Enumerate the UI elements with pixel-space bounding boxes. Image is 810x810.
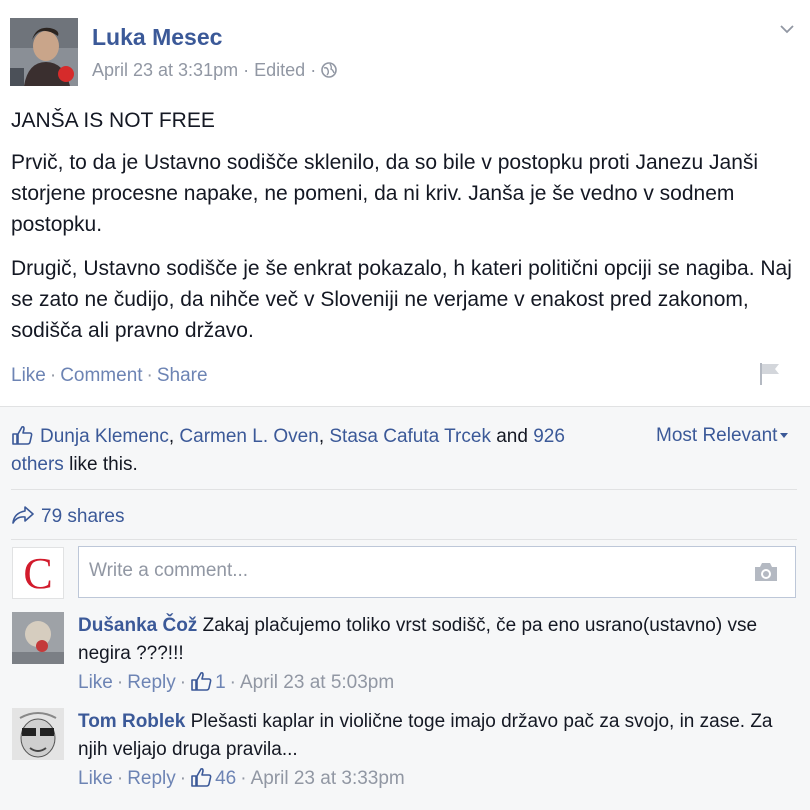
comment-actions: Like · Reply · 1 · April 23 at 5:03pm [78,671,394,694]
comment-actions: Like · Reply · 46 · April 23 at 3:33pm [78,767,405,790]
author-name[interactable]: Luka Mesec [92,24,222,51]
comment-composer[interactable] [78,546,796,598]
globe-icon[interactable] [321,62,338,78]
divider [0,406,810,407]
comment-link[interactable]: Comment [60,365,142,386]
share-link[interactable]: Share [157,365,208,386]
post-paragraph: Prvič, to da je Ustavno sodišče sklenilo… [11,151,759,236]
commenter-name[interactable]: Dušanka Čož [78,615,197,636]
meta-separator: · [243,60,250,80]
commenter-avatar[interactable] [12,708,64,760]
action-separator: · [240,768,247,789]
comment-like-link[interactable]: Like [78,672,113,693]
liker-link[interactable]: Stasa Cafuta Trcek [329,426,491,447]
action-separator: · [179,672,187,693]
edited-label[interactable]: Edited [254,60,305,80]
divider [11,539,797,540]
action-separator: · [116,672,124,693]
likes-summary: Dunja Klemenc, Carmen L. Oven, Stasa Caf… [11,423,601,479]
sort-dropdown[interactable]: Most Relevant [656,425,789,447]
sort-label: Most Relevant [656,425,778,446]
divider [11,489,797,490]
shares-count: 79 shares [41,506,125,527]
post-actions: Like · Comment · Share [11,365,208,387]
commenter-avatar[interactable] [12,612,64,664]
flag-icon[interactable] [757,360,783,386]
action-separator: · [229,672,236,693]
chevron-down-icon[interactable] [780,22,794,36]
comment-text: Tom Roblek Plešasti kaplar in violične t… [78,708,778,764]
like-link[interactable]: Like [11,365,46,386]
comment-like-count[interactable]: 46 [215,768,236,789]
likes-comma: , [168,426,175,447]
comment-like-count[interactable]: 1 [215,672,226,693]
comment-reply-link[interactable]: Reply [127,672,176,693]
meta-separator: · [310,60,317,80]
comment-reply-link[interactable]: Reply [127,768,176,789]
current-user-avatar[interactable]: C [12,547,64,599]
camera-icon[interactable] [753,561,779,583]
post-paragraph: Drugič, Ustavno sodišče je še enkrat pok… [11,257,792,342]
liker-link[interactable]: Dunja Klemenc [40,426,169,447]
comment-date[interactable]: April 23 at 3:33pm [251,768,405,789]
post-header: Luka Mesec April 23 at 3:31pm · Edited · [10,18,800,90]
comment-text: Dušanka Čož Zakaj plačujemo toliko vrst … [78,612,778,668]
shares-link[interactable]: 79 shares [11,505,124,528]
post-headline: JANŠA IS NOT FREE [11,109,215,132]
post-body: JANŠA IS NOT FREE Prvič, to da je Ustavn… [11,105,801,359]
comment-date[interactable]: April 23 at 5:03pm [240,672,394,693]
share-arrow-icon [12,506,34,524]
thumbs-up-icon[interactable] [190,767,212,787]
post-meta: April 23 at 3:31pm · Edited · [92,60,338,81]
action-separator: · [146,365,153,386]
action-separator: · [116,768,124,789]
likes-comma: , [318,426,325,447]
likes-suffix: like this. [69,454,138,475]
caret-down-icon [780,433,789,438]
comment-input[interactable] [79,547,739,595]
likes-and: and [496,426,528,447]
thumbs-up-icon[interactable] [190,671,212,691]
thumbs-up-icon [12,425,33,445]
avatar-letter: C [23,549,52,598]
action-separator: · [49,365,57,386]
comment-like-link[interactable]: Like [78,768,113,789]
author-avatar[interactable] [10,18,78,86]
action-separator: · [179,768,187,789]
liker-link[interactable]: Carmen L. Oven [179,426,318,447]
commenter-name[interactable]: Tom Roblek [78,711,185,732]
post-timestamp[interactable]: April 23 at 3:31pm [92,60,238,80]
